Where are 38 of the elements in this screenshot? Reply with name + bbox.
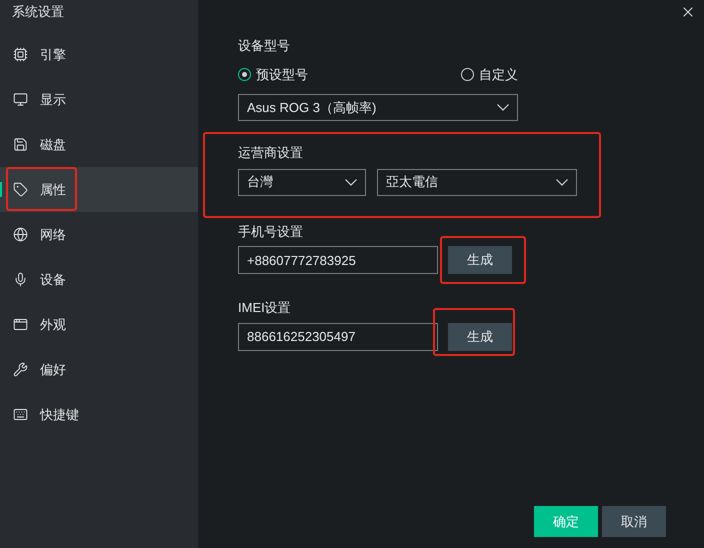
sidebar-item[interactable]: 设备 bbox=[0, 257, 198, 302]
chevron-down-icon bbox=[345, 178, 357, 186]
sidebar-item[interactable]: 磁盘 bbox=[0, 122, 198, 167]
radio-button[interactable] bbox=[238, 68, 251, 81]
sidebar-item[interactable]: 属性 bbox=[0, 167, 198, 212]
sidebar-item[interactable]: 偏好 bbox=[0, 347, 198, 392]
keyboard-icon bbox=[13, 407, 28, 422]
section-label: 运营商设置 bbox=[238, 144, 304, 162]
radio-button[interactable] bbox=[461, 68, 474, 81]
sidebar-item[interactable]: 显示 bbox=[0, 77, 198, 122]
wrench-icon bbox=[13, 362, 28, 377]
tag-icon bbox=[13, 182, 28, 197]
region-dropdown[interactable]: 台灣 bbox=[238, 168, 366, 196]
operator-dropdown[interactable]: 亞太電信 bbox=[377, 168, 577, 196]
radio-option[interactable]: 预设型号 bbox=[238, 64, 308, 84]
chevron-down-icon bbox=[497, 104, 509, 111]
window-icon bbox=[13, 317, 28, 332]
window-title: 系统设置 bbox=[11, 3, 65, 21]
text-field[interactable]: +88607772783925 bbox=[238, 246, 438, 274]
radio-option[interactable]: 自定义 bbox=[461, 64, 518, 84]
cpu-icon bbox=[13, 47, 28, 62]
generate-button[interactable]: 生成 bbox=[448, 246, 512, 274]
section-label: IMEI设置 bbox=[238, 299, 292, 317]
text-field[interactable]: 886616252305497 bbox=[238, 322, 438, 350]
sidebar-item[interactable]: 外观 bbox=[0, 302, 198, 347]
active-indicator bbox=[0, 182, 2, 197]
section-label: 手机号设置 bbox=[238, 222, 304, 240]
globe-icon bbox=[13, 227, 28, 242]
chevron-down-icon bbox=[556, 178, 568, 186]
cancel-button[interactable]: 取消 bbox=[602, 506, 666, 537]
model-dropdown[interactable]: Asus ROG 3（高帧率) bbox=[238, 94, 518, 121]
section-label: 设备型号 bbox=[238, 37, 291, 55]
monitor-icon bbox=[13, 92, 28, 107]
sidebar-item[interactable]: 网络 bbox=[0, 212, 198, 257]
microphone-icon bbox=[13, 272, 28, 287]
sidebar-item[interactable]: 快捷键 bbox=[0, 392, 198, 437]
sidebar-item[interactable]: 引擎 bbox=[0, 32, 198, 77]
generate-button[interactable]: 生成 bbox=[448, 322, 512, 350]
